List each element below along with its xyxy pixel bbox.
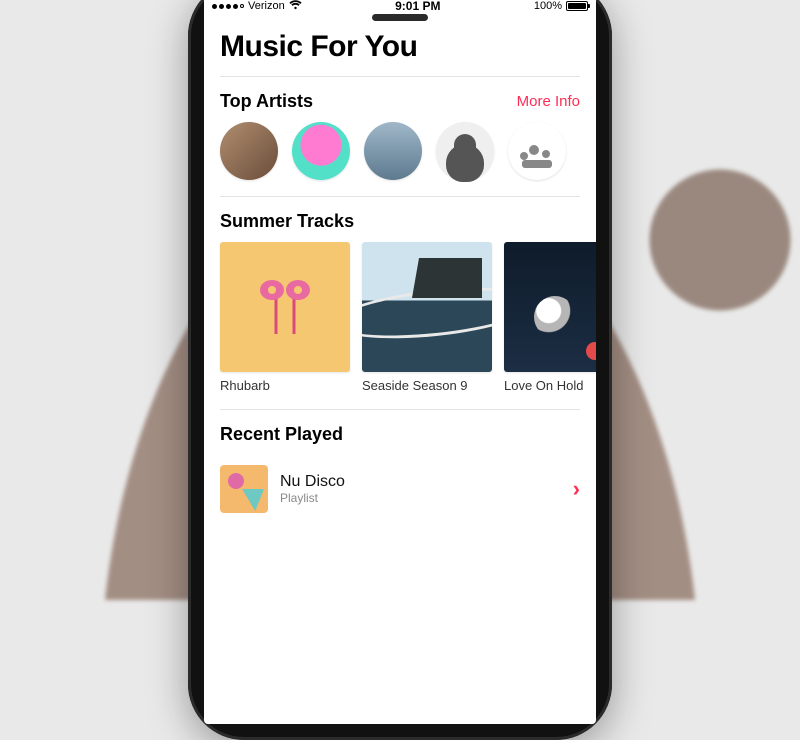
- page-title: Music For You: [204, 16, 596, 76]
- artist-avatar[interactable]: [220, 122, 278, 180]
- recent-played-heading: Recent Played: [220, 424, 343, 445]
- album-cover: [362, 242, 492, 372]
- top-artists-heading: Top Artists: [220, 91, 313, 112]
- phone-frame: Verizon 9:01 PM 100% Music For You Top A…: [188, 0, 612, 740]
- chevron-right-icon[interactable]: ›: [573, 476, 580, 502]
- more-info-link[interactable]: More Info: [517, 93, 580, 110]
- recent-played-item[interactable]: Nu Disco Playlist ›: [204, 455, 596, 529]
- artist-avatar[interactable]: [364, 122, 422, 180]
- artist-avatar[interactable]: [436, 122, 494, 180]
- summer-tracks-row[interactable]: Rhubarb Seaside Season 9 Love On Hold: [204, 242, 596, 399]
- phone-screen: Verizon 9:01 PM 100% Music For You Top A…: [204, 0, 596, 724]
- album-cover: [220, 242, 350, 372]
- wifi-icon: [289, 0, 302, 13]
- track-card[interactable]: Seaside Season 9: [362, 242, 492, 393]
- track-title: Seaside Season 9: [362, 378, 492, 393]
- page-content: Music For You Top Artists More Info Summ…: [204, 16, 596, 724]
- recent-title: Nu Disco: [280, 473, 561, 491]
- artist-avatar[interactable]: [508, 122, 566, 180]
- track-title: Love On Hold: [504, 378, 596, 393]
- battery-pct-label: 100%: [534, 0, 562, 12]
- track-card[interactable]: Love On Hold: [504, 242, 596, 393]
- summer-tracks-heading: Summer Tracks: [220, 211, 354, 232]
- phone-speaker: [372, 14, 428, 21]
- clock-label: 9:01 PM: [395, 0, 440, 13]
- recent-subtitle: Playlist: [280, 491, 561, 505]
- carrier-label: Verizon: [248, 0, 285, 12]
- track-title: Rhubarb: [220, 378, 350, 393]
- signal-dots-icon: [212, 4, 244, 9]
- top-artists-row[interactable]: [204, 122, 596, 196]
- track-card[interactable]: Rhubarb: [220, 242, 350, 393]
- battery-icon: [566, 1, 588, 11]
- artist-avatar[interactable]: [292, 122, 350, 180]
- playlist-thumb: [220, 465, 268, 513]
- album-cover: [504, 242, 596, 372]
